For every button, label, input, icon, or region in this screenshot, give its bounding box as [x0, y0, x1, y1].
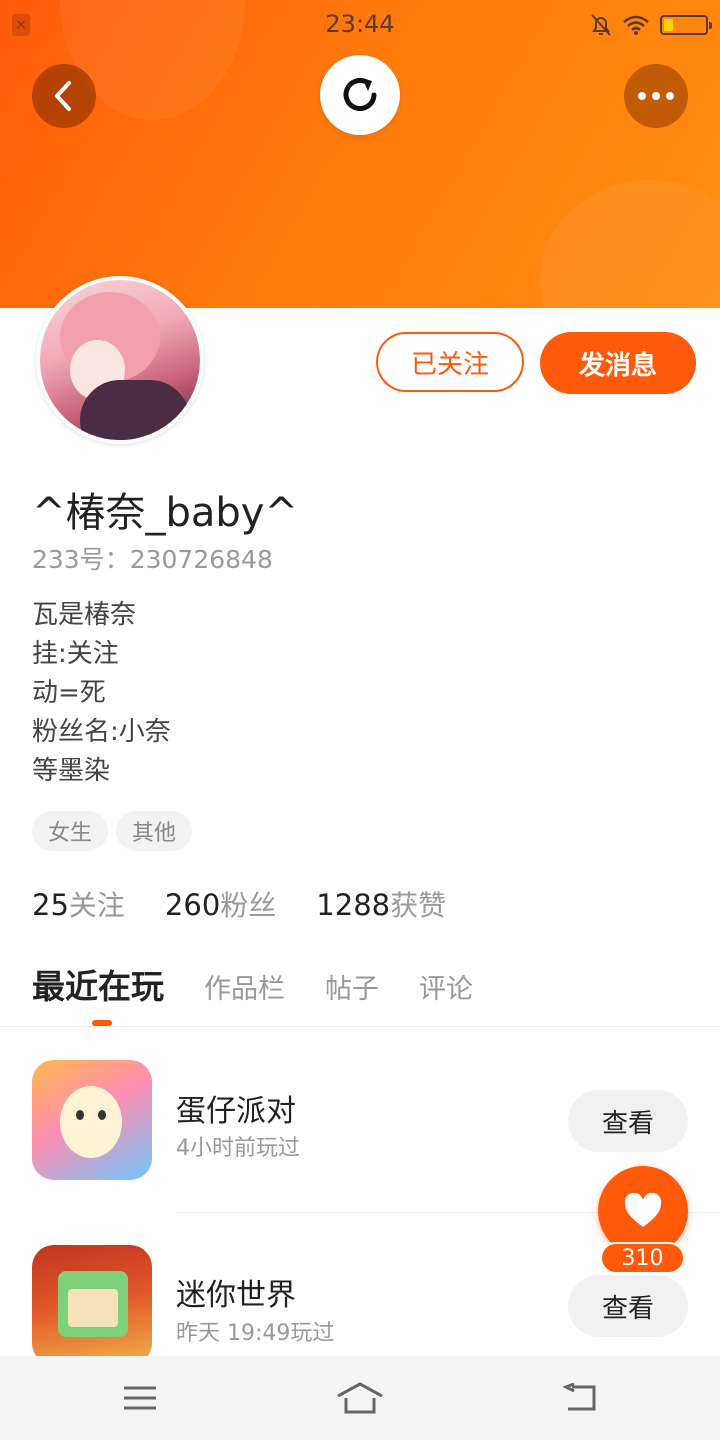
avatar-image — [40, 280, 200, 440]
view-game-button[interactable]: 查看 — [568, 1275, 688, 1337]
refresh-button[interactable] — [320, 55, 400, 135]
game-name[interactable]: 迷你世界 — [176, 1270, 296, 1314]
tab-recent-play[interactable]: 最近在玩 — [32, 960, 164, 1008]
mute-bell-icon — [591, 14, 611, 36]
stat-number: 1288 — [316, 888, 391, 922]
stat-label: 关注 — [68, 889, 125, 922]
send-message-button[interactable]: 发消息 — [540, 332, 696, 394]
profile-tabs: 最近在玩 作品栏 帖子 评论 — [32, 960, 473, 1008]
divider — [0, 1026, 720, 1027]
followed-button[interactable]: 已关注 — [376, 332, 524, 392]
tab-comments[interactable]: 评论 — [419, 967, 473, 1006]
battery-icon — [660, 15, 712, 35]
back-icon — [562, 1383, 596, 1411]
bio-line: 粉丝名:小奈 — [32, 717, 171, 747]
stat-likes: 1288获赞 — [316, 884, 446, 924]
stats-row: 25关注 260粉丝 1288获赞 — [32, 884, 446, 924]
game-last-played: 4小时前玩过 — [176, 1136, 300, 1161]
avatar[interactable] — [36, 276, 204, 444]
system-nav-bar — [0, 1356, 720, 1440]
home-button[interactable] — [335, 1376, 385, 1420]
game-name[interactable]: 蛋仔派对 — [176, 1086, 296, 1130]
wifi-icon — [623, 15, 649, 35]
game-last-played: 昨天 19:49玩过 — [176, 1321, 335, 1346]
status-icons — [590, 12, 712, 38]
more-dots-icon — [638, 92, 674, 100]
stat-number: 260 — [164, 888, 221, 922]
game-icon-mini-world[interactable] — [32, 1245, 152, 1365]
bio-line: 瓦是椿奈 — [32, 600, 137, 630]
tab-posts[interactable]: 帖子 — [325, 967, 379, 1006]
tab-works[interactable]: 作品栏 — [204, 967, 285, 1006]
stat-label: 获赞 — [390, 889, 447, 922]
game-icon-eggy-party[interactable] — [32, 1060, 152, 1180]
heart-icon — [624, 1193, 662, 1227]
tag-list: 女生 其他 — [32, 811, 193, 851]
bio-line: 等墨染 — [32, 756, 111, 786]
stat-number: 25 — [32, 888, 69, 922]
more-button[interactable] — [624, 64, 688, 128]
status-bar: × 23:44 — [0, 0, 720, 50]
bio-line: 挂:关注 — [32, 639, 119, 669]
user-id: 233号：230726848 — [32, 545, 273, 574]
home-icon — [337, 1382, 383, 1414]
tag-gender: 女生 — [32, 811, 109, 851]
menu-button[interactable] — [115, 1376, 165, 1420]
view-game-button[interactable]: 查看 — [568, 1090, 688, 1152]
system-back-button[interactable] — [555, 1376, 605, 1420]
stat-label: 粉丝 — [220, 889, 277, 922]
bio: 瓦是椿奈 挂:关注 动=死 粉丝名:小奈 等墨染 — [32, 596, 171, 791]
back-button[interactable] — [32, 64, 96, 128]
username: ^椿奈_baby^ — [32, 490, 298, 536]
like-count: 310 — [600, 1242, 685, 1274]
profile-header-banner: × 23:44 — [0, 0, 720, 308]
bio-line: 动=死 — [32, 678, 106, 708]
refresh-icon — [343, 78, 377, 111]
banner-decoration — [540, 180, 720, 308]
menu-icon — [124, 1386, 156, 1410]
stat-fans[interactable]: 260粉丝 — [165, 884, 276, 924]
tag-other: 其他 — [116, 811, 193, 851]
stat-following[interactable]: 25关注 — [32, 884, 125, 924]
back-arrow-icon — [55, 81, 71, 111]
